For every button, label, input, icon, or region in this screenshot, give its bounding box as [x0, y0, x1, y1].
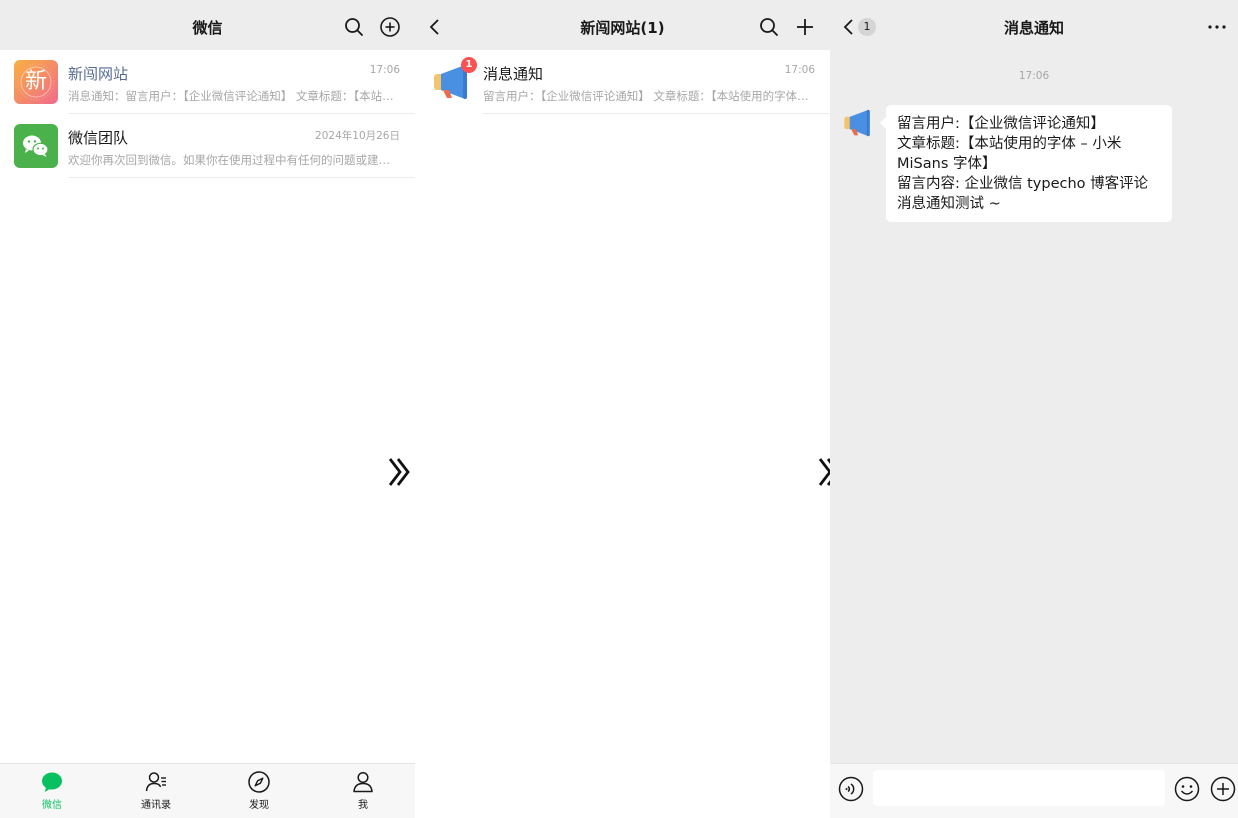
notification-preview: 留言用户：【企业微信评论通知】 文章标题：【本站使用的字体 – 小米MiSans… — [483, 89, 810, 103]
more-icon[interactable] — [1206, 16, 1228, 38]
chat-time: 2024年10月26日 — [315, 130, 400, 142]
tab-discover[interactable]: 发现 — [229, 770, 289, 814]
add-circle-icon[interactable] — [379, 16, 401, 38]
notification-row[interactable]: 消息通知 17:06 留言用户：【企业微信评论通知】 文章标题：【本站使用的字体… — [415, 50, 830, 114]
back-icon[interactable] — [424, 16, 446, 38]
tab-label: 微信 — [42, 800, 62, 811]
plus-icon[interactable] — [794, 16, 816, 38]
account-panel: 新闯网站(1) 消息通知 17:06 留言用户：【企业微信评论通知】 文章标题：… — [415, 0, 830, 818]
message-bubble[interactable]: 留言用户:【企业微信评论通知】 文章标题:【本站使用的字体 – 小米MiSans… — [880, 105, 1172, 222]
search-icon[interactable] — [758, 16, 780, 38]
wechat-logo-icon — [14, 124, 58, 168]
chat-name: 新闯网站 — [68, 65, 129, 83]
emoji-icon[interactable] — [1174, 776, 1200, 802]
divider — [68, 177, 415, 178]
message-line: 留言内容: 企业微信 typecho 博客评论消息通知测试 ~ — [897, 176, 1149, 212]
back-unread-badge: 1 — [858, 18, 876, 36]
search-icon[interactable] — [343, 16, 365, 38]
tab-label: 通讯录 — [141, 800, 171, 811]
chat-bubble-icon — [40, 770, 64, 794]
bottom-tab-bar: 微信 通讯录 发现 我 — [0, 763, 415, 818]
message-input[interactable] — [873, 770, 1165, 806]
chat-row-xinchuang[interactable]: 新 新闯网站 17:06 消息通知：留言用户：【企业微信评论通知】 文章标题：【… — [0, 50, 415, 114]
add-icon[interactable] — [1210, 776, 1236, 802]
message-line: 文章标题:【本站使用的字体 – 小米MiSans 字体】 — [897, 136, 1122, 172]
notification-name: 消息通知 — [483, 65, 544, 83]
conversation-header: 消息通知 — [830, 0, 1238, 50]
chat-list-panel: 微信 新 新闯网站 17:06 消息通知：留言用户：【企业微信评论通知】 文章标… — [0, 0, 415, 818]
chat-preview: 消息通知：留言用户：【企业微信评论通知】 文章标题：【本站使用的字体 – 小米M… — [68, 89, 395, 103]
tab-label: 发现 — [249, 800, 269, 811]
chat-row-wechat-team[interactable]: 微信团队 2024年10月26日 欢迎你再次回到微信。如果你在使用过程中有任何的… — [0, 114, 415, 178]
back-icon[interactable] — [838, 16, 860, 38]
chat-name: 微信团队 — [68, 129, 129, 147]
tab-chats[interactable]: 微信 — [22, 770, 82, 814]
divider — [483, 113, 830, 114]
contacts-icon — [144, 770, 168, 794]
avatar-char: 新 — [24, 69, 47, 94]
chat-time: 17:06 — [369, 64, 400, 76]
tab-label: 我 — [358, 800, 368, 811]
message-time: 17:06 — [1018, 70, 1050, 82]
avatar: 新 — [14, 60, 58, 104]
account-header: 新闯网站(1) — [415, 0, 830, 50]
chevron-double-right-icon — [815, 455, 830, 489]
notification-time: 17:06 — [784, 64, 815, 76]
page-title: 消息通知 — [1003, 19, 1064, 37]
chevron-double-right-icon — [385, 455, 415, 489]
message-line: 留言用户:【企业微信评论通知】 — [897, 116, 1105, 132]
voice-icon[interactable] — [838, 776, 864, 802]
tab-contacts[interactable]: 通讯录 — [126, 770, 186, 814]
megaphone-icon — [842, 106, 876, 140]
chat-list-header: 微信 — [0, 0, 415, 50]
person-icon — [351, 770, 375, 794]
compass-icon — [247, 770, 271, 794]
unread-badge: 1 — [461, 57, 477, 73]
chat-preview: 欢迎你再次回到微信。如果你在使用过程中有任何的问题或建议，记得给我发信息反馈哦。 — [68, 153, 395, 167]
tab-me[interactable]: 我 — [333, 770, 393, 814]
